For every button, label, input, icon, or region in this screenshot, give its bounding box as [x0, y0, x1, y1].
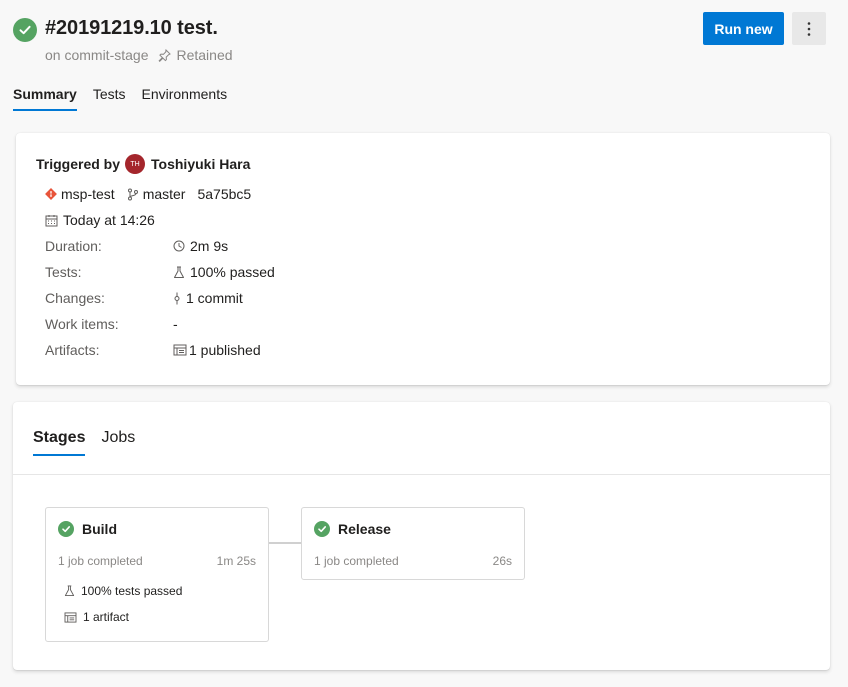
retained-text: Retained	[176, 47, 233, 63]
stage-name: Release	[338, 521, 391, 537]
work-items-value: -	[173, 316, 178, 332]
stage-duration: 1m 25s	[216, 554, 256, 568]
changes-label: Changes:	[45, 290, 105, 306]
stages-card: Stages Jobs Build 1 job completed 1m 25s…	[13, 402, 830, 670]
work-items-label: Work items:	[45, 316, 119, 332]
date-line: Today at 14:26	[45, 212, 155, 228]
repo-name[interactable]: msp-test	[61, 186, 115, 202]
stage-artifacts[interactable]: 1 artifact	[64, 610, 129, 624]
more-vertical-icon	[807, 21, 811, 36]
stage-status: 1 job completed	[58, 554, 143, 568]
success-check-icon	[314, 521, 330, 537]
changes-row: Changes: 1 commit	[45, 289, 243, 307]
clock-icon	[173, 240, 185, 252]
tab-jobs[interactable]: Jobs	[101, 429, 135, 456]
run-title: #20191219.10 test.	[45, 17, 218, 39]
calendar-icon	[45, 214, 58, 227]
tab-summary[interactable]: Summary	[13, 86, 77, 111]
run-subtitle: on commit-stage Retained	[45, 47, 233, 63]
stage-name: Build	[82, 521, 117, 537]
success-check-icon	[13, 18, 37, 42]
branch-text[interactable]: on commit-stage	[45, 47, 148, 63]
stage-connector	[269, 542, 301, 544]
stages-divider	[13, 474, 830, 475]
branch-name[interactable]: master	[143, 186, 186, 202]
duration-value: 2m 9s	[190, 238, 229, 254]
artifacts-label: Artifacts:	[45, 342, 100, 358]
stage-status: 1 job completed	[314, 554, 399, 568]
repo-line: msp-test master 5a75bc5	[45, 186, 251, 202]
tests-label: Tests:	[45, 264, 82, 280]
triggered-label: Triggered by	[36, 156, 121, 172]
triggered-by: Triggered by TH Toshiyuki Hara	[36, 154, 250, 174]
artifact-icon	[64, 611, 77, 623]
commit-icon	[173, 292, 181, 305]
tab-stages[interactable]: Stages	[33, 429, 86, 456]
stage-release[interactable]: Release 1 job completed 26s	[301, 507, 525, 580]
stage-tests-text: 100% tests passed	[81, 584, 183, 598]
branch-icon	[127, 188, 139, 201]
tab-environments[interactable]: Environments	[142, 86, 228, 111]
run-date: Today at 14:26	[63, 212, 155, 228]
duration-label: Duration:	[45, 238, 102, 254]
artifact-icon	[173, 344, 187, 356]
flask-icon	[173, 266, 185, 279]
success-check-icon	[58, 521, 74, 537]
user-name[interactable]: Toshiyuki Hara	[151, 156, 250, 172]
stages-tabs: Stages Jobs	[33, 429, 135, 456]
tests-row: Tests: 100% passed	[45, 263, 275, 281]
changes-value[interactable]: 1 commit	[186, 290, 243, 306]
run-new-button[interactable]: Run new	[703, 12, 784, 45]
work-items-row: Work items: -	[45, 315, 178, 333]
tests-value[interactable]: 100% passed	[190, 264, 275, 280]
stage-build[interactable]: Build 1 job completed 1m 25s 100% tests …	[45, 507, 269, 642]
pin-icon	[158, 48, 172, 62]
run-tabs: Summary Tests Environments	[13, 86, 227, 111]
summary-card: Triggered by TH Toshiyuki Hara msp-test …	[16, 133, 830, 385]
artifacts-value[interactable]: 1 published	[189, 342, 261, 358]
flask-icon	[64, 585, 75, 597]
tab-tests[interactable]: Tests	[93, 86, 126, 111]
pipeline-run-page: #20191219.10 test. on commit-stage Retai…	[0, 0, 848, 687]
duration-row: Duration: 2m 9s	[45, 237, 228, 255]
artifacts-row: Artifacts: 1 published	[45, 341, 261, 359]
stage-duration: 26s	[492, 554, 512, 568]
more-actions-button[interactable]	[792, 12, 826, 45]
stage-tests[interactable]: 100% tests passed	[64, 584, 182, 598]
avatar: TH	[125, 154, 146, 174]
commit-hash[interactable]: 5a75bc5	[197, 186, 251, 202]
git-repo-icon	[45, 188, 57, 200]
run-header: #20191219.10 test. on commit-stage Retai…	[13, 12, 826, 75]
stage-artifacts-text: 1 artifact	[83, 610, 130, 624]
